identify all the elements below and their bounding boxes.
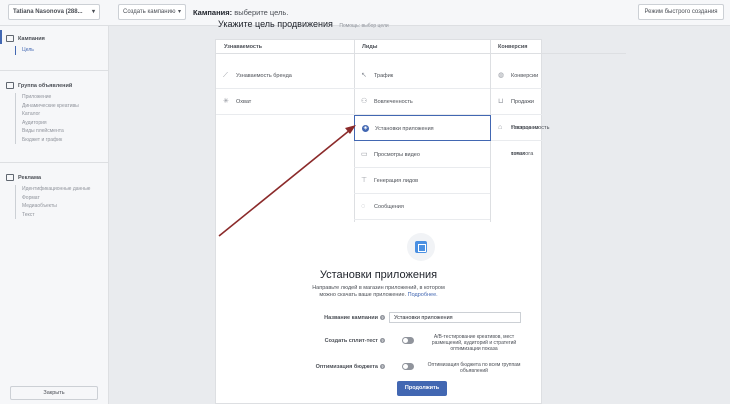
annotation-arrow <box>218 125 356 237</box>
arrow-line <box>218 129 351 237</box>
